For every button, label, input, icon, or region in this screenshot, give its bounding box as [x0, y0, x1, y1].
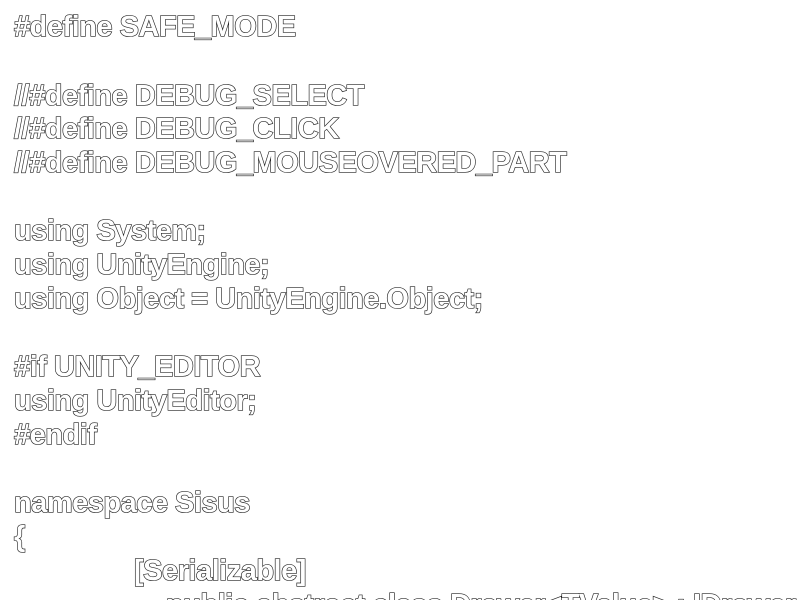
- code-line-namespace-sisus: namespace Sisus: [13, 486, 251, 519]
- code-editor[interactable]: #define SAFE_MODE //#define DEBUG_SELECT…: [0, 0, 800, 600]
- code-line-class-declaration: public abstract class Drawer<TValue> : I…: [165, 588, 797, 600]
- code-line-using-unityeditor: using UnityEditor;: [13, 384, 257, 417]
- code-line-define-safe-mode: #define SAFE_MODE: [13, 10, 296, 43]
- code-line-debug-click: //#define DEBUG_CLICK: [13, 112, 339, 145]
- code-line-using-unityengine: using UnityEngine;: [13, 248, 270, 281]
- code-line-serializable-attribute: [Serializable]: [133, 554, 307, 587]
- code-line-using-system: using System;: [13, 214, 207, 247]
- code-line-open-brace: {: [13, 520, 26, 553]
- code-line-debug-mouseovered-part: //#define DEBUG_MOUSEOVERED_PART: [13, 146, 567, 179]
- code-line-if-unity-editor: #if UNITY_EDITOR: [13, 350, 261, 383]
- code-line-endif: #endif: [13, 418, 97, 451]
- code-line-debug-select: //#define DEBUG_SELECT: [13, 79, 365, 112]
- code-line-using-object-alias: using Object = UnityEngine.Object;: [13, 282, 484, 315]
